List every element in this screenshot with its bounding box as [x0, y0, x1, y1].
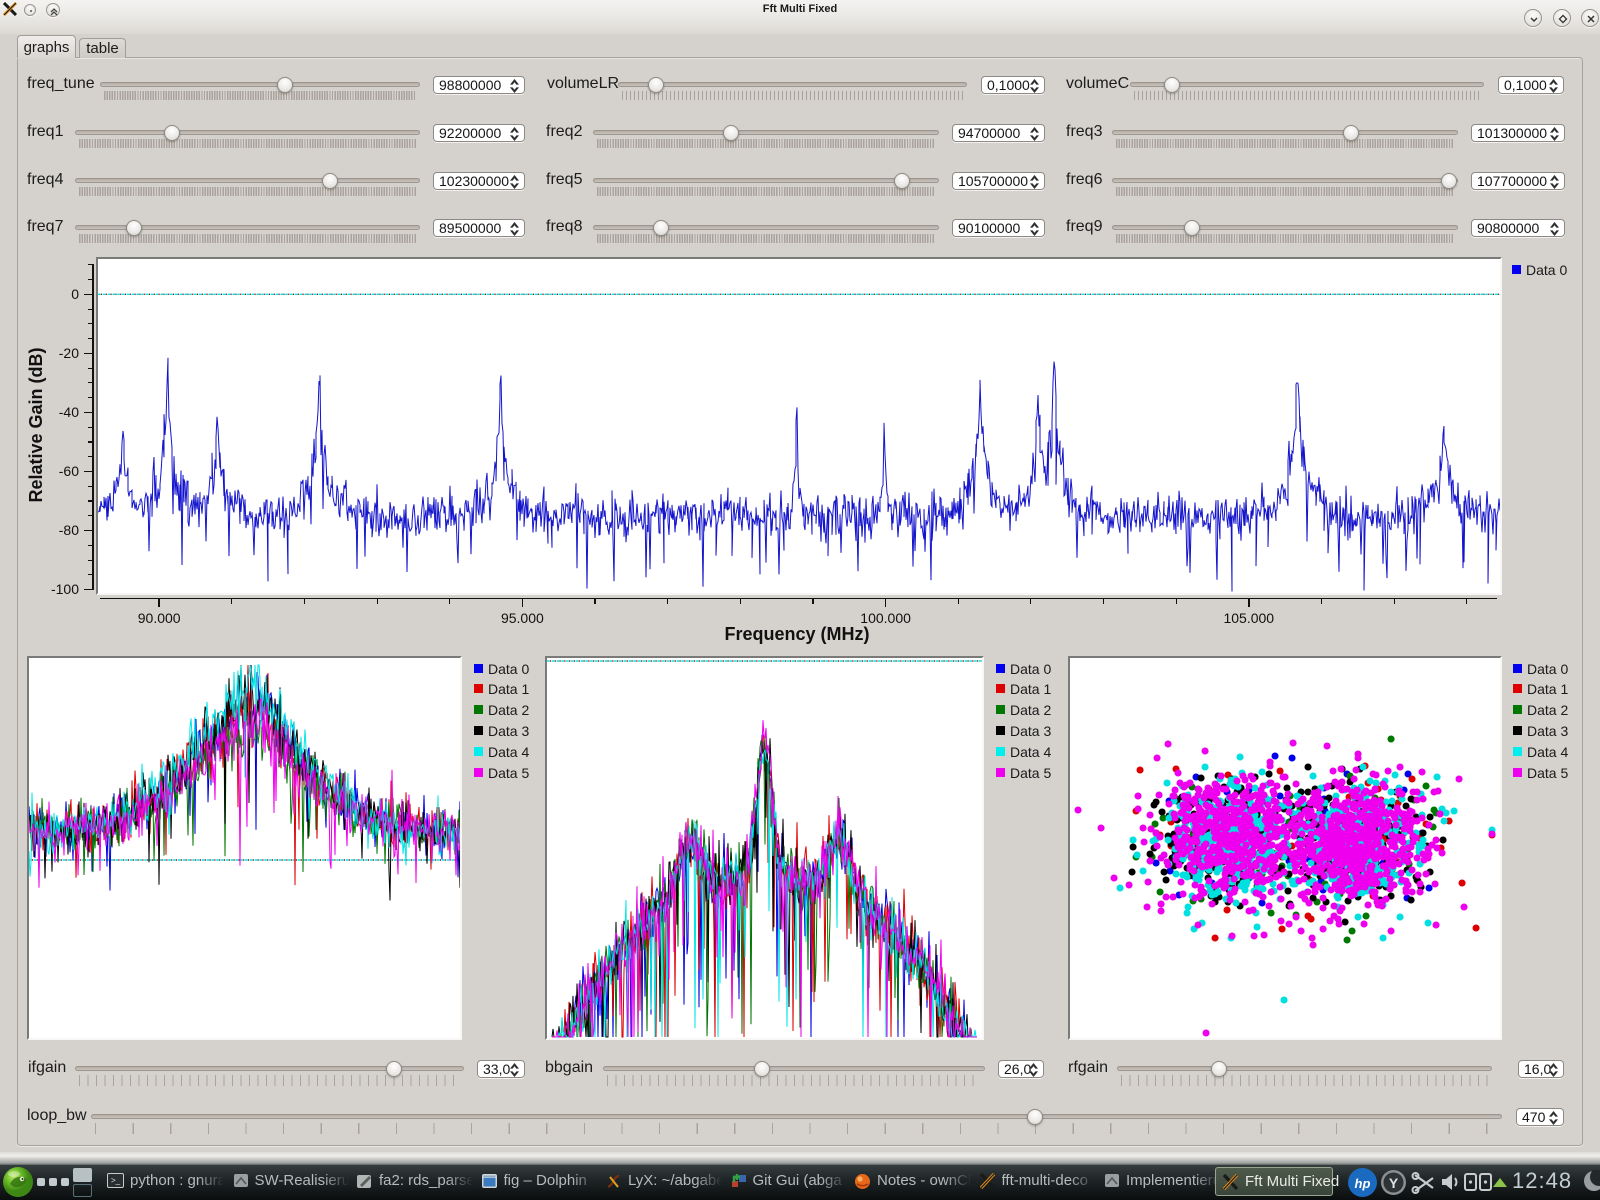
svg-text:hp: hp: [1355, 1176, 1371, 1191]
svg-text:Y: Y: [1389, 1175, 1399, 1191]
